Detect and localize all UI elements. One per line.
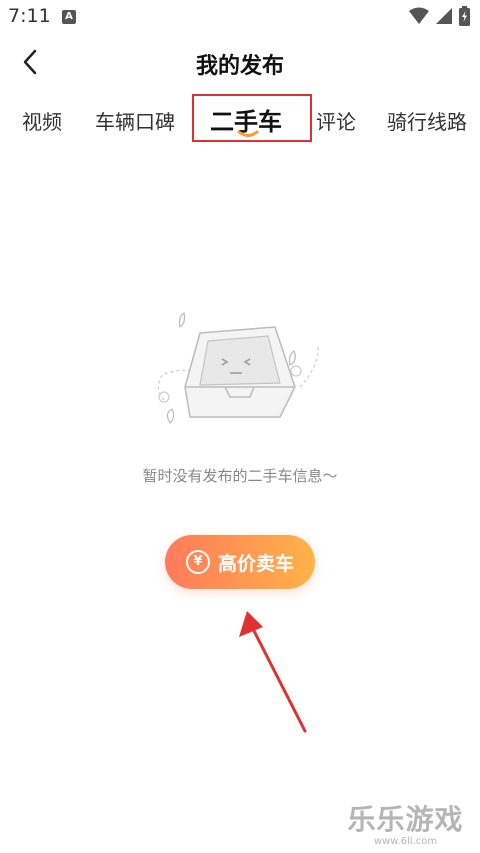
tab-car-reviews[interactable]: 车辆口碑 [95,106,175,135]
tab-video[interactable]: 视频 [22,106,62,135]
yuan-icon: ¥ [185,550,210,574]
header: 我的发布 [0,38,480,86]
tab-comments[interactable]: 评论 [316,106,356,135]
active-tab-indicator [237,130,259,137]
sell-car-button[interactable]: ¥ 高价卖车 [165,535,315,589]
battery-icon [459,6,470,26]
sell-car-label: 高价卖车 [217,552,294,575]
empty-state-message: 暂时没有发布的二手车信息～ [142,467,338,485]
watermark: 乐乐游戏 www.6ll.com [343,798,468,847]
signal-icon [436,8,452,24]
wifi-icon [409,7,429,24]
tab-riding-routes[interactable]: 骑行线路 [387,106,467,135]
page-title: 我的发布 [195,54,284,79]
watermark-logo-text: 乐乐游戏 [347,803,464,836]
status-indicators [409,6,470,26]
tab-bar: 视频 车辆口碑 二手车 评论 骑行线路 [0,92,480,148]
empty-box-illustration [157,312,319,424]
status-time: 7:11 [8,5,51,27]
status-bar: 7:11 A [0,0,480,34]
app-notification-icon: A [62,10,76,24]
annotation-arrow [239,611,307,733]
